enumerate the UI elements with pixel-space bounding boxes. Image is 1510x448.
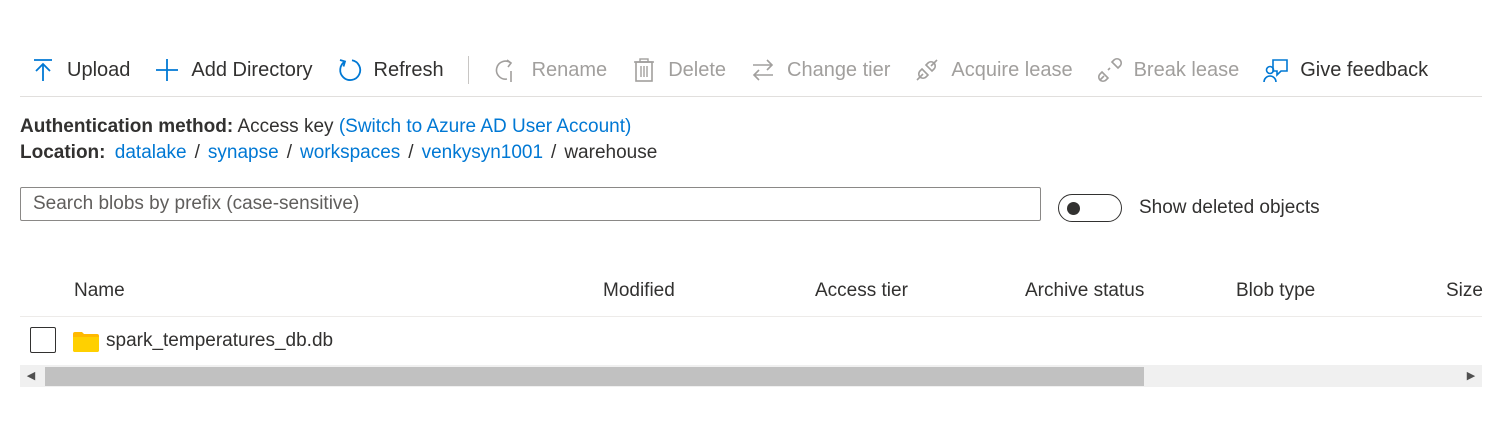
swap-arrows-icon [752, 59, 774, 81]
location-label: Location: [20, 142, 106, 163]
acquire-lease-button[interactable]: Acquire lease [902, 50, 1084, 90]
give-feedback-label: Give feedback [1300, 58, 1429, 81]
breadcrumb-separator: / [408, 142, 414, 163]
refresh-button[interactable]: Refresh [325, 50, 456, 90]
breadcrumb-venkysyn1001[interactable]: venkysyn1001 [422, 142, 543, 163]
column-header-modified[interactable]: Modified [603, 280, 675, 302]
toggle-knob [1067, 202, 1080, 215]
toolbar-divider [467, 56, 469, 84]
column-header-archive-status[interactable]: Archive status [1025, 280, 1144, 302]
breadcrumb-separator: / [194, 142, 200, 163]
search-box [20, 187, 1041, 221]
column-header-name[interactable]: Name [74, 280, 125, 302]
delete-label: Delete [668, 58, 726, 81]
trash-icon [634, 58, 655, 82]
auth-method-value: Access key [237, 116, 334, 137]
auth-method-label: Authentication method: [20, 116, 234, 137]
column-header-blob-type[interactable]: Blob type [1236, 280, 1315, 302]
break-lease-label: Break lease [1133, 58, 1240, 81]
delete-button[interactable]: Delete [619, 50, 738, 90]
plug-icon [916, 59, 938, 81]
upload-label: Upload [67, 58, 131, 81]
refresh-label: Refresh [373, 58, 444, 81]
change-tier-label: Change tier [787, 58, 891, 81]
table-row[interactable]: spark_temperatures_db.db [20, 317, 1482, 363]
switch-auth-link[interactable]: (Switch to Azure AD User Account) [339, 116, 632, 137]
show-deleted-toggle[interactable] [1058, 194, 1122, 222]
breadcrumb-separator: / [551, 142, 557, 163]
give-feedback-button[interactable]: Give feedback [1251, 50, 1440, 90]
blob-list: Name Modified Access tier Archive status… [20, 268, 1483, 363]
add-directory-label: Add Directory [191, 58, 313, 81]
upload-button[interactable]: Upload [20, 50, 142, 90]
unplug-icon [1097, 57, 1122, 83]
plus-icon [156, 59, 179, 81]
column-header-size[interactable]: Size [1446, 280, 1483, 302]
show-deleted-label: Show deleted objects [1139, 197, 1320, 218]
refresh-icon [338, 59, 361, 81]
acquire-lease-label: Acquire lease [951, 58, 1073, 81]
rename-icon [495, 59, 512, 82]
column-header-access-tier[interactable]: Access tier [815, 280, 908, 302]
search-input[interactable] [21, 188, 1040, 220]
scrollbar-thumb[interactable] [45, 367, 1144, 386]
add-directory-button[interactable]: Add Directory [142, 50, 324, 90]
scroll-left-icon[interactable]: ◀ [20, 365, 42, 387]
horizontal-scrollbar[interactable]: ◀ ▶ [20, 365, 1482, 387]
change-tier-button[interactable]: Change tier [738, 50, 902, 90]
upload-icon [34, 59, 52, 81]
scroll-right-icon[interactable]: ▶ [1460, 365, 1482, 387]
table-header: Name Modified Access tier Archive status… [20, 268, 1483, 317]
auth-method-line: Authentication method: Access key (Switc… [20, 116, 631, 138]
rename-label: Rename [531, 58, 608, 81]
folder-icon [73, 332, 99, 352]
breadcrumb-synapse[interactable]: synapse [208, 142, 279, 163]
breadcrumb-separator: / [286, 142, 292, 163]
break-lease-button[interactable]: Break lease [1085, 50, 1252, 90]
breadcrumb-datalake[interactable]: datalake [115, 142, 187, 163]
feedback-icon [1263, 59, 1289, 83]
rename-button[interactable]: Rename [483, 50, 620, 90]
breadcrumb-workspaces[interactable]: workspaces [300, 142, 400, 163]
breadcrumb-current: warehouse [564, 142, 658, 163]
command-bar: Upload Add Directory Refresh Rename Dele… [20, 44, 1482, 97]
row-checkbox[interactable] [30, 327, 56, 353]
row-name-link[interactable]: spark_temperatures_db.db [106, 330, 333, 352]
breadcrumb: Location: datalake / synapse / workspaces / ve… [20, 142, 657, 164]
